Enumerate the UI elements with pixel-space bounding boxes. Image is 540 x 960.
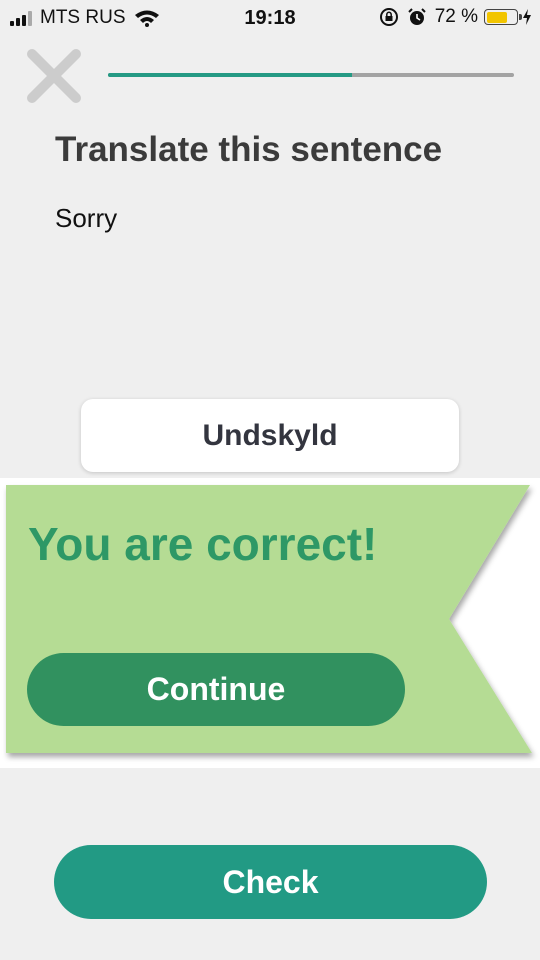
continue-button[interactable]: Continue [27,653,405,726]
charging-icon [523,9,531,25]
battery-icon [484,9,522,25]
lesson-progress-fill [108,73,352,77]
alarm-icon [407,8,426,25]
feedback-message: You are correct! [28,518,378,570]
source-sentence: Sorry [55,203,118,233]
battery-fill [486,11,508,23]
check-button[interactable]: Check [54,845,487,919]
exercise-title: Translate this sentence [55,130,443,169]
close-icon[interactable] [24,46,84,106]
status-right: 72 % [379,6,532,28]
answer-field[interactable]: Undskyld [81,399,459,472]
rotation-lock-icon [379,8,398,26]
status-bar: MTS RUS 19:18 72 % [0,0,540,36]
battery-percent: 72 % [434,6,478,27]
lesson-progress-bar [108,73,514,77]
